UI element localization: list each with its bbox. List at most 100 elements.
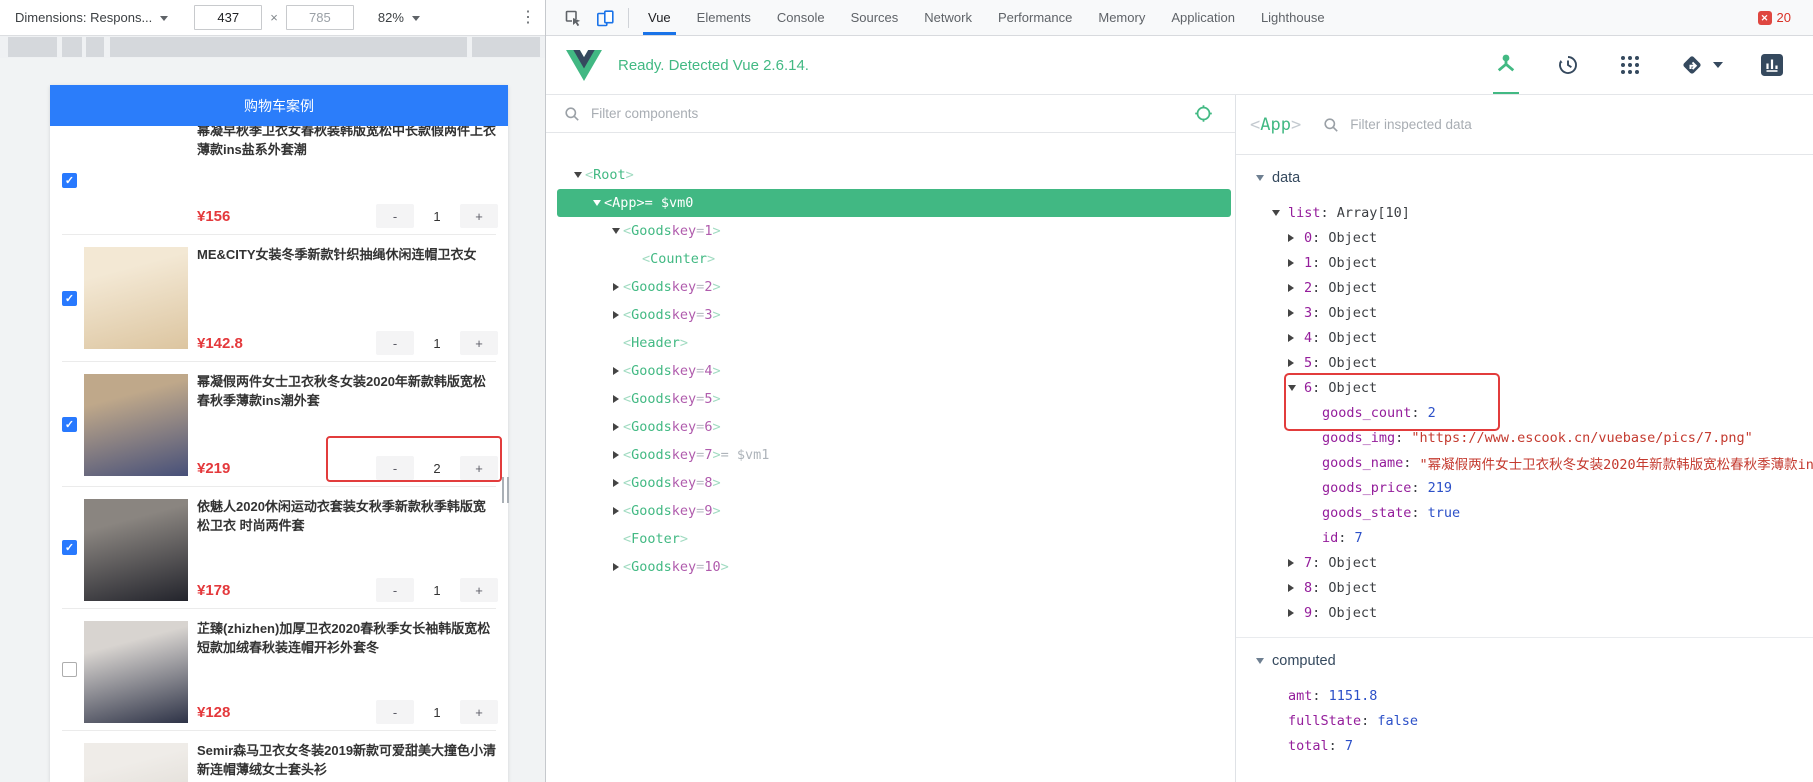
state-row-goods_state[interactable]: goods_state: true: [1236, 500, 1813, 525]
expand-arrow-icon[interactable]: [1288, 259, 1304, 267]
state-row-2[interactable]: 2: Object: [1236, 275, 1813, 300]
product-checkbox[interactable]: ✓: [62, 172, 77, 188]
expand-arrow-icon[interactable]: [609, 423, 623, 431]
tree-node-root[interactable]: < Root >: [557, 161, 1231, 189]
state-row-5[interactable]: 5: Object: [1236, 350, 1813, 375]
tree-node-goods-6[interactable]: < Goods key = 6 >: [557, 413, 1231, 441]
viewport-width-input[interactable]: [194, 5, 263, 30]
viewport-resize-handle[interactable]: [502, 477, 512, 503]
kebab-menu-icon[interactable]: ⋮: [520, 9, 536, 26]
tree-node-goods-8[interactable]: < Goods key = 8 >: [557, 469, 1231, 497]
state-row-amt[interactable]: amt: 1151.8: [1236, 683, 1813, 708]
zoom-dropdown[interactable]: 82%: [378, 10, 420, 25]
components-tree-icon[interactable]: [1493, 36, 1519, 94]
expand-arrow-icon[interactable]: [609, 367, 623, 375]
increase-quantity-button[interactable]: +: [460, 700, 498, 724]
product-checkbox[interactable]: ✓: [62, 290, 77, 306]
plugins-grid-icon[interactable]: [1617, 36, 1643, 94]
property-key: goods_price: [1322, 479, 1412, 496]
state-row-total[interactable]: total: 7: [1236, 733, 1813, 758]
expand-arrow-icon[interactable]: [1288, 559, 1304, 567]
tree-node-goods-2[interactable]: < Goods key = 2 >: [557, 273, 1231, 301]
tab-console[interactable]: Console: [764, 0, 838, 35]
state-row-8[interactable]: 8: Object: [1236, 575, 1813, 600]
tree-node-header[interactable]: < Header >: [557, 329, 1231, 357]
state-row-7[interactable]: 7: Object: [1236, 550, 1813, 575]
increase-quantity-button[interactable]: +: [460, 331, 498, 355]
expand-arrow-icon[interactable]: [609, 283, 623, 291]
toggle-device-toolbar-icon[interactable]: [594, 7, 616, 29]
performance-stats-icon[interactable]: [1759, 36, 1785, 94]
tab-application[interactable]: Application: [1158, 0, 1248, 35]
expand-arrow-icon[interactable]: [571, 172, 585, 178]
tree-node-goods-4[interactable]: < Goods key = 4 >: [557, 357, 1231, 385]
tree-node-goods-3[interactable]: < Goods key = 3 >: [557, 301, 1231, 329]
product-checkbox[interactable]: ✓: [62, 416, 77, 432]
tab-network[interactable]: Network: [911, 0, 985, 35]
dimensions-dropdown[interactable]: Dimensions: Respons...: [15, 10, 152, 25]
tab-elements[interactable]: Elements: [684, 0, 764, 35]
state-section-header[interactable]: computed: [1236, 648, 1813, 673]
expand-arrow-icon[interactable]: [609, 395, 623, 403]
tree-node-counter[interactable]: < Counter >: [557, 245, 1231, 273]
expand-arrow-icon[interactable]: [1272, 210, 1288, 216]
expand-arrow-icon[interactable]: [609, 311, 623, 319]
state-row-fullState[interactable]: fullState: false: [1236, 708, 1813, 733]
expand-arrow-icon[interactable]: [1288, 234, 1304, 242]
increase-quantity-button[interactable]: +: [460, 204, 498, 228]
state-row-id[interactable]: id: 7: [1236, 525, 1813, 550]
product-image: [84, 374, 188, 476]
tree-node-goods-1[interactable]: < Goods key = 1 >: [557, 217, 1231, 245]
inspect-element-icon[interactable]: [562, 7, 584, 29]
error-badge[interactable]: ✕ 20: [1757, 10, 1791, 25]
inspected-component-name[interactable]: App: [1260, 115, 1291, 135]
expand-arrow-icon[interactable]: [609, 228, 623, 234]
expand-arrow-icon[interactable]: [609, 507, 623, 515]
expand-arrow-icon[interactable]: [1288, 309, 1304, 317]
expand-arrow-icon[interactable]: [1288, 609, 1304, 617]
chevron-down-icon[interactable]: [160, 16, 169, 21]
decrease-quantity-button[interactable]: -: [376, 331, 414, 355]
tree-node-goods-7[interactable]: < Goods key = 7 > = $vm1: [557, 441, 1231, 469]
tab-sources[interactable]: Sources: [838, 0, 912, 35]
tree-node-app[interactable]: < App > = $vm0: [557, 189, 1231, 217]
tab-memory[interactable]: Memory: [1085, 0, 1158, 35]
timeline-history-icon[interactable]: [1555, 36, 1581, 94]
state-row-goods_price[interactable]: goods_price: 219: [1236, 475, 1813, 500]
product-checkbox[interactable]: ✓: [62, 540, 77, 555]
state-row-1[interactable]: 1: Object: [1236, 250, 1813, 275]
tab-lighthouse[interactable]: Lighthouse: [1248, 0, 1338, 35]
state-row-9[interactable]: 9: Object: [1236, 600, 1813, 625]
state-row-0[interactable]: 0: Object: [1236, 225, 1813, 250]
error-x-icon: ✕: [1757, 10, 1772, 25]
state-row-list[interactable]: list: Array[10]: [1236, 200, 1813, 225]
viewport-height-input[interactable]: [285, 5, 354, 30]
expand-arrow-icon[interactable]: [1288, 584, 1304, 592]
expand-arrow-icon[interactable]: [609, 479, 623, 487]
tab-vue[interactable]: Vue: [635, 0, 684, 35]
state-row-4[interactable]: 4: Object: [1236, 325, 1813, 350]
tree-node-goods-5[interactable]: < Goods key = 5 >: [557, 385, 1231, 413]
select-component-target-icon[interactable]: [1194, 104, 1213, 123]
decrease-quantity-button[interactable]: -: [376, 204, 414, 228]
state-section-header[interactable]: data: [1236, 165, 1813, 190]
expand-arrow-icon[interactable]: [1288, 359, 1304, 367]
decrease-quantity-button[interactable]: -: [376, 578, 414, 602]
tab-performance[interactable]: Performance: [985, 0, 1085, 35]
filter-inspected-data-input[interactable]: [1348, 116, 1813, 133]
increase-quantity-button[interactable]: +: [460, 578, 498, 602]
expand-arrow-icon[interactable]: [609, 451, 623, 459]
tree-node-goods-9[interactable]: < Goods key = 9 >: [557, 497, 1231, 525]
routing-icon[interactable]: [1679, 36, 1723, 94]
decrease-quantity-button[interactable]: -: [376, 700, 414, 724]
tree-node-footer[interactable]: < Footer >: [557, 525, 1231, 553]
expand-arrow-icon[interactable]: [1288, 334, 1304, 342]
expand-arrow-icon[interactable]: [1288, 284, 1304, 292]
state-row-3[interactable]: 3: Object: [1236, 300, 1813, 325]
expand-arrow-icon[interactable]: [609, 563, 623, 571]
expand-arrow-icon[interactable]: [590, 200, 604, 206]
filter-components-input[interactable]: [589, 105, 1194, 122]
state-row-goods_name[interactable]: goods_name: "幂凝假两件女士卫衣秋冬女装2020年新款韩版宽松春秋季…: [1236, 450, 1813, 475]
tree-node-goods-10[interactable]: < Goods key = 10 >: [557, 553, 1231, 581]
product-checkbox[interactable]: [62, 662, 77, 677]
